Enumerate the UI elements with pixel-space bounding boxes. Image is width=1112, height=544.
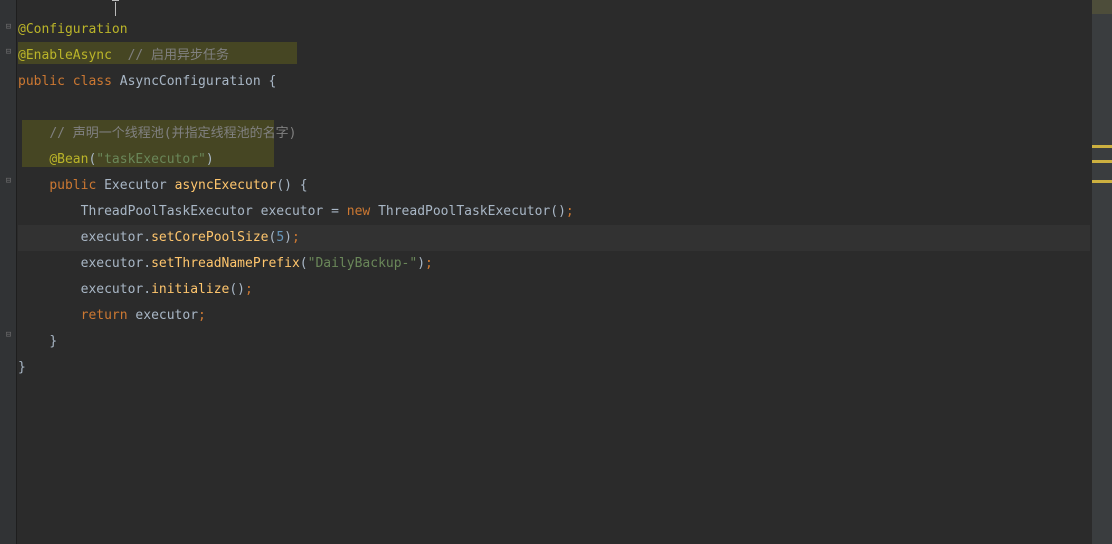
method: setThreadNamePrefix	[151, 256, 300, 271]
code-line[interactable]: ThreadPoolTaskExecutor executor = new Th…	[18, 199, 1090, 225]
annotation: @EnableAsync	[18, 48, 112, 63]
code-line[interactable]: @Bean("taskExecutor")	[18, 147, 1090, 173]
annotation: @Bean	[49, 152, 88, 167]
comment: // 声明一个线程池(并指定线程池的名字)	[49, 126, 296, 141]
string: "taskExecutor"	[96, 152, 206, 167]
string: "DailyBackup-"	[308, 256, 418, 271]
code-line[interactable]: executor.initialize();	[18, 277, 1090, 303]
code-line[interactable]: return executor;	[18, 303, 1090, 329]
code-line[interactable]: }	[18, 355, 1090, 381]
scrollbar-marker[interactable]	[1092, 0, 1112, 14]
code-line[interactable]: public class AsyncConfiguration {	[18, 69, 1090, 95]
constructor: ThreadPoolTaskExecutor	[378, 204, 550, 219]
annotation: @Configuration	[18, 22, 128, 37]
code-line[interactable]: public Executor asyncExecutor() {	[18, 173, 1090, 199]
fold-marker-icon[interactable]: ⊟	[3, 47, 14, 58]
class-name: AsyncConfiguration	[120, 74, 261, 89]
variable: executor.	[81, 282, 151, 297]
code-line[interactable]: executor.setCorePoolSize(5);	[18, 225, 1090, 251]
method: initialize	[151, 282, 229, 297]
keyword: new	[347, 204, 370, 219]
scrollbar-track[interactable]	[1092, 0, 1112, 544]
variable: executor.	[81, 256, 151, 271]
number: 5	[276, 230, 284, 245]
comment: // 启用异步任务	[112, 48, 229, 63]
code-line[interactable]: @Configuration	[18, 17, 1090, 43]
scrollbar-warning-marker[interactable]	[1092, 160, 1112, 163]
keyword: public	[18, 74, 65, 89]
fold-marker-icon[interactable]: ⊟	[3, 330, 14, 341]
variable: executor	[128, 308, 198, 323]
code-line[interactable]	[18, 95, 1090, 121]
fold-marker-icon[interactable]: ⊟	[3, 22, 14, 33]
fold-marker-icon[interactable]: ⊟	[3, 176, 14, 187]
code-line[interactable]: executor.setThreadNamePrefix("DailyBacku…	[18, 251, 1090, 277]
type: Executor	[104, 178, 167, 193]
code-line[interactable]: }	[18, 329, 1090, 355]
variable: executor	[261, 204, 324, 219]
method: setCorePoolSize	[151, 230, 268, 245]
variable: executor.	[81, 230, 151, 245]
scrollbar-warning-marker[interactable]	[1092, 145, 1112, 148]
scrollbar-warning-marker[interactable]	[1092, 180, 1112, 183]
method: asyncExecutor	[175, 178, 277, 193]
editor-gutter: ⊟ ⊟ ⊟ ⊟	[0, 0, 17, 544]
type: ThreadPoolTaskExecutor	[81, 204, 253, 219]
keyword: public	[49, 178, 96, 193]
code-line[interactable]: @EnableAsync // 启用异步任务	[18, 43, 1090, 69]
code-editor[interactable]: @Configuration @EnableAsync // 启用异步任务 pu…	[18, 0, 1090, 544]
code-line[interactable]: // 声明一个线程池(并指定线程池的名字)	[18, 121, 1090, 147]
keyword: return	[81, 308, 128, 323]
keyword: class	[73, 74, 112, 89]
